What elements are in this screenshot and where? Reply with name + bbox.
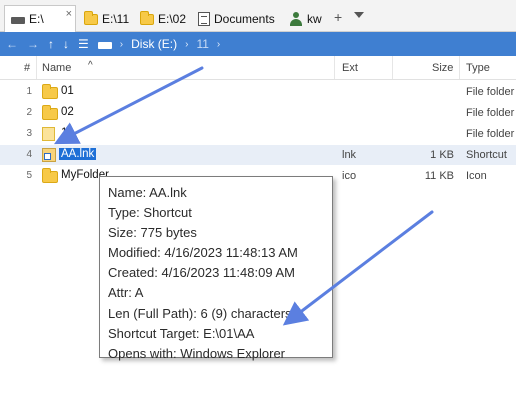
sort-ascending-icon: ^: [88, 60, 93, 71]
tooltip-size: Size: 775 bytes: [108, 225, 197, 241]
file-info-tooltip: Name: AA.lnk Type: Shortcut Size: 775 by…: [99, 176, 333, 361]
tooltip-created: Created: 4/16/2023 11:48:09 AM: [108, 265, 295, 281]
tab-bar: E:\ × E:\11 E:\02 Documents kw +: [0, 0, 516, 32]
tab-list-dropdown-icon[interactable]: [354, 12, 364, 18]
item-name: 01: [61, 85, 74, 97]
list-item[interactable]: 2 02 File folder: [0, 103, 516, 123]
list-item-selected[interactable]: 4 AA.lnk lnk 1 KB Shortcut: [0, 145, 516, 165]
tab-label: kw: [307, 12, 322, 26]
column-index[interactable]: #: [24, 62, 30, 74]
menu-icon[interactable]: ☰: [78, 32, 89, 56]
documents-icon: [198, 12, 210, 26]
drive-icon: [97, 41, 112, 49]
tooltip-type: Type: Shortcut: [108, 205, 192, 221]
breadcrumb-separator: ›: [216, 38, 221, 50]
forward-arrow-icon[interactable]: →: [27, 32, 39, 56]
item-type: Shortcut: [466, 149, 507, 161]
folder-icon: [42, 168, 58, 183]
breadcrumb-11[interactable]: 11: [196, 37, 208, 51]
item-name: 11: [61, 127, 73, 139]
item-type: Icon: [466, 170, 487, 182]
tab-e-root[interactable]: E:\ ×: [4, 5, 76, 32]
row-number: 4: [26, 149, 32, 160]
item-type: File folder: [466, 107, 515, 119]
column-divider[interactable]: [334, 56, 335, 79]
item-name: AA.lnk: [59, 148, 97, 160]
tooltip-attr: Attr: A: [108, 285, 144, 301]
list-item[interactable]: 3 11 File folder: [0, 124, 516, 144]
tab-label: Documents: [214, 12, 275, 26]
row-number: 2: [26, 107, 32, 118]
folder-icon: [140, 10, 154, 25]
new-tab-icon[interactable]: +: [334, 9, 342, 25]
tab-documents[interactable]: Documents: [192, 6, 281, 32]
tooltip-shortcut-target: Shortcut Target: E:\01\AA: [108, 325, 255, 341]
folder-icon: [84, 10, 98, 25]
folder-icon: [42, 84, 58, 99]
column-divider[interactable]: [392, 56, 393, 79]
list-item[interactable]: 1 01 File folder: [0, 82, 516, 102]
close-tab-icon[interactable]: ×: [66, 8, 72, 20]
down-arrow-icon[interactable]: ↓: [63, 32, 69, 56]
row-number: 1: [26, 86, 32, 97]
tooltip-modified: Modified: 4/16/2023 11:48:13 AM: [108, 245, 298, 261]
tooltip-name: Name: AA.lnk: [108, 185, 187, 200]
row-number: 3: [26, 128, 32, 139]
tab-label: E:\: [29, 12, 44, 26]
column-header: # Name ^ Ext Size Type: [0, 56, 516, 80]
folder-icon: [42, 127, 55, 141]
breadcrumb-disk-e[interactable]: Disk (E:): [131, 37, 177, 51]
back-arrow-icon[interactable]: ←: [6, 32, 18, 56]
user-icon: [289, 12, 303, 26]
tab-e-11[interactable]: E:\11: [78, 6, 135, 32]
folder-icon: [42, 105, 58, 120]
column-divider[interactable]: [36, 56, 37, 79]
column-divider[interactable]: [459, 56, 460, 79]
item-type: File folder: [466, 128, 515, 140]
breadcrumb-separator: ›: [185, 38, 189, 50]
drive-icon: [11, 16, 25, 24]
tab-kw[interactable]: kw: [283, 6, 328, 32]
tab-label: E:\02: [158, 12, 187, 26]
item-name: 02: [61, 106, 74, 118]
column-ext[interactable]: Ext: [342, 62, 358, 74]
shortcut-icon: [42, 148, 56, 162]
path-bar: ← → ↑ ↓ ☰ › Disk (E:) › 11 ›: [0, 32, 516, 56]
column-name[interactable]: Name: [42, 62, 71, 74]
item-size: 11 KB: [424, 170, 454, 182]
row-number: 5: [26, 170, 32, 181]
item-size: 1 KB: [430, 149, 454, 161]
item-ext: ico: [342, 170, 357, 182]
breadcrumb-separator: ›: [119, 38, 124, 50]
up-arrow-icon[interactable]: ↑: [48, 32, 54, 56]
item-ext: lnk: [342, 149, 357, 161]
item-type: File folder: [466, 86, 515, 98]
column-size[interactable]: Size: [432, 62, 453, 74]
tab-e-02[interactable]: E:\02: [134, 6, 192, 32]
column-type[interactable]: Type: [466, 62, 490, 74]
tooltip-path-length: Len (Full Path): 6 (9) characters: [108, 305, 292, 321]
tooltip-opens-with: Opens with: Windows Explorer: [108, 345, 286, 361]
tab-label: E:\11: [102, 12, 130, 26]
